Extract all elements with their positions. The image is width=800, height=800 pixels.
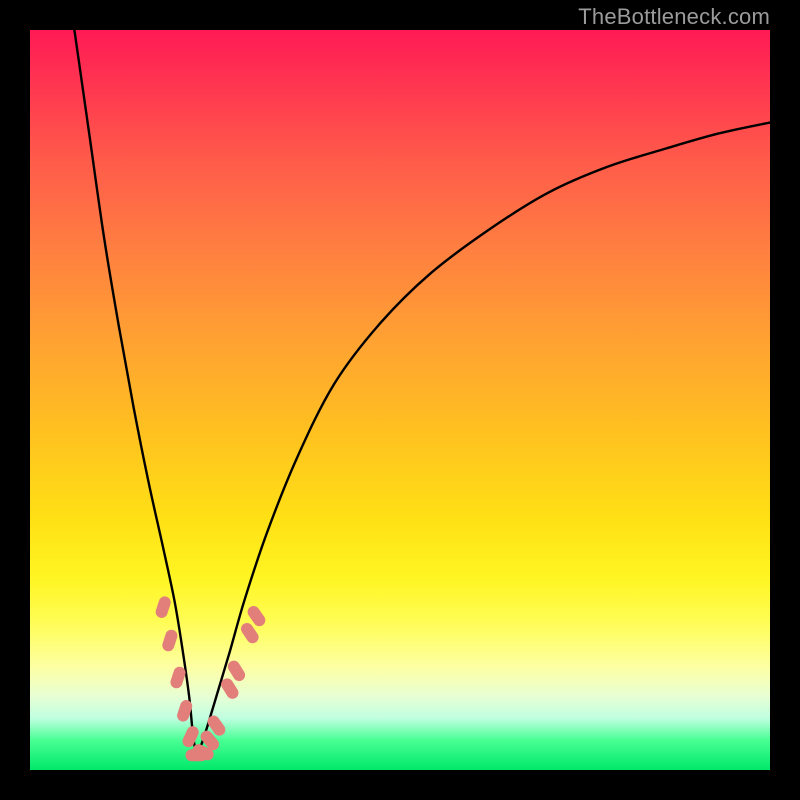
highlighted-markers	[30, 30, 770, 770]
marker-pill	[169, 665, 187, 690]
outer-frame: TheBottleneck.com	[0, 0, 800, 800]
plot-area	[30, 30, 770, 770]
marker-pill	[161, 628, 179, 653]
watermark-text: TheBottleneck.com	[578, 4, 770, 30]
marker-pill	[176, 698, 194, 723]
marker-pill	[154, 595, 172, 620]
